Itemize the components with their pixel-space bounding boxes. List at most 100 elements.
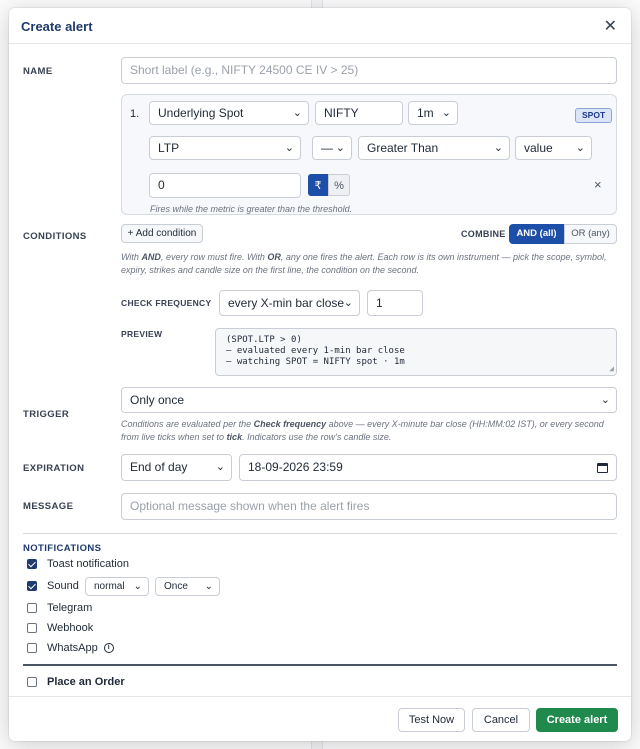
chevron-down-icon: ⌄ <box>335 142 345 154</box>
sound-repeat-value: Once <box>164 581 188 592</box>
calendar-icon[interactable] <box>597 463 608 473</box>
compare-type-select[interactable]: value ⌄ <box>515 136 592 160</box>
modifier-select[interactable]: — ⌄ <box>312 136 352 160</box>
sound-repeat-select[interactable]: Once ⌄ <box>155 577 220 596</box>
sound-level-value: normal <box>94 581 125 592</box>
telegram-label: Telegram <box>47 602 93 614</box>
webhook-notification-row[interactable]: Webhook <box>27 620 93 636</box>
expiration-datetime-input[interactable]: 18-09-2026 23:59 <box>239 454 617 481</box>
conditions-help-and: AND <box>141 252 161 262</box>
metric-select[interactable]: LTP ⌄ <box>149 136 301 160</box>
section-divider <box>23 533 617 534</box>
preview-text: (SPOT.LTP > 0) — evaluated every 1-min b… <box>226 335 405 367</box>
check-frequency-value: every X-min bar close <box>228 296 345 310</box>
trigger-help-part: . Indicators use the row's candle size. <box>242 432 392 442</box>
create-alert-modal: Create alert ✕ NAME Short label (e.g., N… <box>9 8 631 741</box>
name-input[interactable]: Short label (e.g., NIFTY 24500 CE IV > 2… <box>121 57 617 84</box>
trigger-help: Conditions are evaluated per the Check f… <box>121 418 617 444</box>
remove-condition-icon[interactable]: × <box>594 177 602 192</box>
symbol-input[interactable]: NIFTY <box>315 101 403 125</box>
add-condition-button[interactable]: + Add condition <box>121 224 203 243</box>
conditions-label: CONDITIONS <box>23 231 87 242</box>
chevron-down-icon: ⌄ <box>441 107 451 119</box>
percent-unit-button[interactable]: % <box>328 174 350 196</box>
sound-label: Sound <box>47 580 79 592</box>
conditions-help-part: With <box>121 252 139 262</box>
check-frequency-label: CHECK FREQUENCY <box>121 298 212 308</box>
expiration-value: End of day <box>130 460 188 474</box>
chevron-down-icon: ⌄ <box>284 142 294 154</box>
sound-checkbox[interactable] <box>27 581 37 591</box>
chevron-down-icon: ⌄ <box>133 581 142 592</box>
trigger-help-bold: Check frequency <box>253 419 327 429</box>
check-frequency-minutes-input[interactable]: 1 <box>367 290 423 316</box>
close-icon[interactable]: ✕ <box>604 16 617 36</box>
sound-notification-row[interactable]: Sound <box>27 578 79 594</box>
name-label: NAME <box>23 66 53 77</box>
scope-value: Underlying Spot <box>158 106 244 120</box>
conditions-help-or: OR <box>267 252 281 262</box>
place-order-checkbox[interactable] <box>27 677 37 687</box>
message-label: MESSAGE <box>23 501 74 512</box>
combine-and-button[interactable]: AND (all) <box>509 224 564 244</box>
toast-notification-row[interactable]: Toast notification <box>27 556 129 572</box>
combine-or-button[interactable]: OR (any) <box>564 224 617 244</box>
trigger-value: Only once <box>130 393 185 407</box>
conditions-help-part: , every row must fire. With <box>160 252 265 262</box>
expiration-select[interactable]: End of day ⌄ <box>121 454 232 481</box>
trigger-label: TRIGGER <box>23 409 70 420</box>
chevron-down-icon: ⌄ <box>493 142 503 154</box>
toast-label: Toast notification <box>47 558 129 570</box>
preview-label: PREVIEW <box>121 329 163 339</box>
whatsapp-label: WhatsApp <box>47 642 98 654</box>
whatsapp-notification-row[interactable]: WhatsApp i <box>27 640 114 656</box>
spot-badge: SPOT <box>575 108 613 123</box>
operator-value: Greater Than <box>367 141 439 155</box>
trigger-help-part: Conditions are evaluated per the <box>121 419 252 429</box>
whatsapp-checkbox[interactable] <box>27 643 37 653</box>
condition-index: 1. <box>130 108 140 120</box>
modal-title: Create alert <box>21 19 93 34</box>
interval-select[interactable]: 1m ⌄ <box>408 101 458 125</box>
chevron-down-icon: ⌄ <box>343 297 353 309</box>
telegram-notification-row[interactable]: Telegram <box>27 600 92 616</box>
chevron-down-icon: ⌄ <box>575 142 585 154</box>
toast-checkbox[interactable] <box>27 559 37 569</box>
compare-type-value: value <box>524 141 553 155</box>
scope-select[interactable]: Underlying Spot ⌄ <box>149 101 309 125</box>
metric-value: LTP <box>158 141 180 155</box>
conditions-help: With AND, every row must fire. With OR, … <box>121 251 617 277</box>
chevron-down-icon: ⌄ <box>292 107 302 119</box>
place-order-label: Place an Order <box>47 676 125 688</box>
expiration-label: EXPIRATION <box>23 463 85 474</box>
preview-textarea[interactable]: (SPOT.LTP > 0) — evaluated every 1-min b… <box>215 328 617 376</box>
modal-footer: Test Now Cancel Create alert <box>9 696 631 741</box>
combine-label: COMBINE <box>461 229 506 239</box>
chevron-down-icon: ⌄ <box>204 581 213 592</box>
info-icon[interactable]: i <box>103 643 114 653</box>
condition-card: 1. Underlying Spot ⌄ NIFTY 1m ⌄ SPOT LTP… <box>121 94 617 215</box>
check-frequency-select[interactable]: every X-min bar close ⌄ <box>219 290 360 316</box>
notifications-label: NOTIFICATIONS <box>23 543 102 554</box>
message-input[interactable]: Optional message shown when the alert fi… <box>121 493 617 520</box>
test-now-button[interactable]: Test Now <box>398 708 465 732</box>
chevron-down-icon: ⌄ <box>215 461 225 473</box>
sound-level-select[interactable]: normal ⌄ <box>85 577 149 596</box>
trigger-select[interactable]: Only once ⌄ <box>121 387 617 413</box>
expiration-datetime-value: 18-09-2026 23:59 <box>248 460 343 474</box>
operator-select[interactable]: Greater Than ⌄ <box>358 136 510 160</box>
webhook-label: Webhook <box>47 622 94 634</box>
place-order-row[interactable]: Place an Order <box>27 674 125 690</box>
chevron-down-icon: ⌄ <box>600 394 610 406</box>
webhook-checkbox[interactable] <box>27 623 37 633</box>
rupee-unit-button[interactable]: ₹ <box>308 174 328 196</box>
resize-handle-icon[interactable]: ◢ <box>609 363 614 374</box>
trigger-help-bold: tick <box>226 432 243 442</box>
interval-value: 1m <box>417 106 434 120</box>
order-divider <box>23 664 617 666</box>
threshold-input[interactable]: 0 <box>149 173 301 198</box>
telegram-checkbox[interactable] <box>27 603 37 613</box>
modal-header: Create alert ✕ <box>9 8 631 44</box>
create-alert-button[interactable]: Create alert <box>536 708 618 732</box>
cancel-button[interactable]: Cancel <box>472 708 530 732</box>
